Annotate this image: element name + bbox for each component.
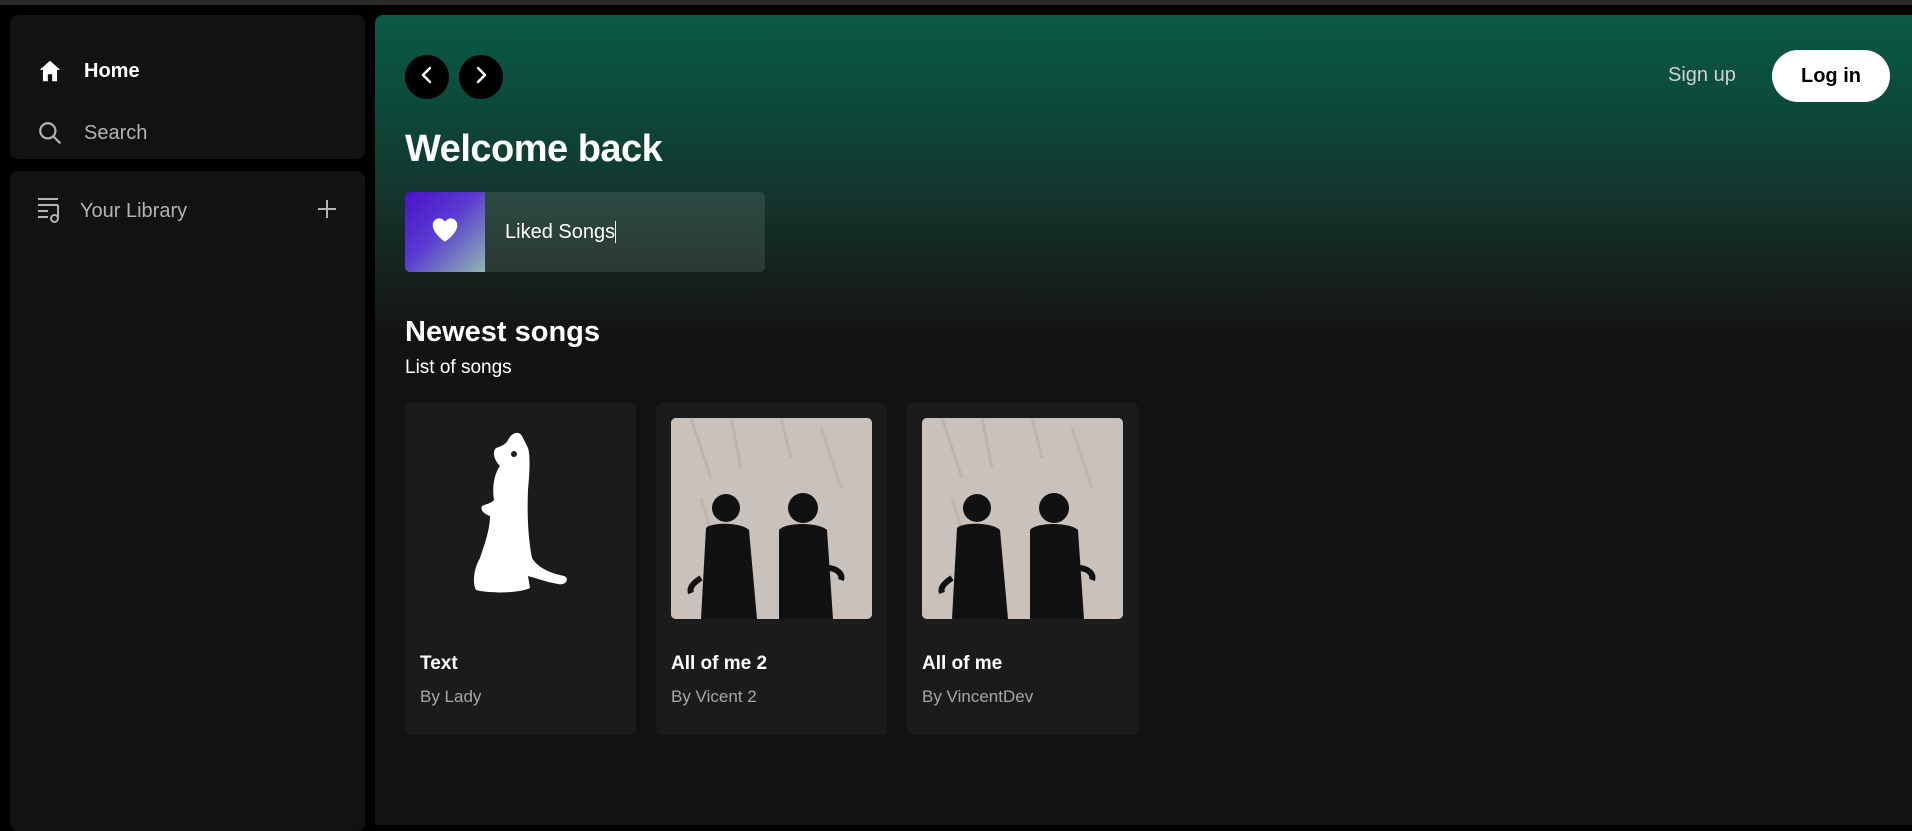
text-caret — [615, 221, 617, 244]
forward-button[interactable] — [459, 55, 503, 99]
song-cover — [671, 418, 872, 619]
song-artist: By VincentDev — [922, 687, 1034, 706]
song-card[interactable]: Text By Lady — [405, 403, 636, 735]
chevron-left-icon — [417, 65, 437, 90]
liked-songs-art — [405, 192, 485, 272]
search-icon — [36, 119, 64, 147]
liked-songs-label: Liked Songs — [505, 220, 617, 244]
sidebar-item-search[interactable]: Search — [36, 113, 147, 153]
signup-button[interactable]: Sign up — [1668, 64, 1736, 87]
song-cover — [922, 418, 1123, 619]
song-title: All of me 2 — [671, 653, 768, 674]
section-title: Newest songs — [405, 316, 600, 348]
song-card[interactable]: All of me 2 By Vicent 2 — [656, 403, 887, 735]
sidebar-item-home[interactable]: Home — [36, 51, 140, 91]
chevron-right-icon — [471, 65, 491, 90]
two-men-photo-icon — [671, 418, 872, 619]
library-button[interactable]: Your Library — [36, 191, 187, 231]
plus-icon — [316, 198, 338, 225]
page-title: Welcome back — [405, 128, 663, 170]
library-label: Your Library — [80, 199, 188, 222]
window-top-strip — [0, 0, 1912, 5]
sidebar-item-label: Home — [84, 59, 140, 82]
login-button[interactable]: Log in — [1772, 50, 1890, 102]
song-card[interactable]: All of me By VincentDev — [907, 403, 1138, 735]
back-button[interactable] — [405, 55, 449, 99]
sidebar-item-label: Search — [84, 121, 148, 144]
song-title: All of me — [922, 653, 1003, 674]
library-icon — [36, 194, 66, 229]
section-subtitle: List of songs — [405, 357, 512, 378]
library-panel: Your Library — [10, 171, 365, 831]
add-playlist-button[interactable] — [311, 195, 343, 227]
sidebar-nav-panel: Home Search — [10, 15, 365, 159]
heart-icon — [431, 217, 459, 248]
kangaroo-silhouette-icon — [420, 418, 621, 619]
song-artist: By Lady — [420, 687, 482, 706]
song-cover — [420, 418, 621, 619]
home-icon — [36, 57, 64, 85]
main-content: Sign up Log in Welcome back Liked Songs … — [375, 15, 1912, 825]
two-men-photo-icon — [922, 418, 1123, 619]
song-artist: By Vicent 2 — [671, 687, 757, 706]
liked-songs-card[interactable]: Liked Songs — [405, 192, 765, 272]
song-title: Text — [420, 653, 458, 674]
